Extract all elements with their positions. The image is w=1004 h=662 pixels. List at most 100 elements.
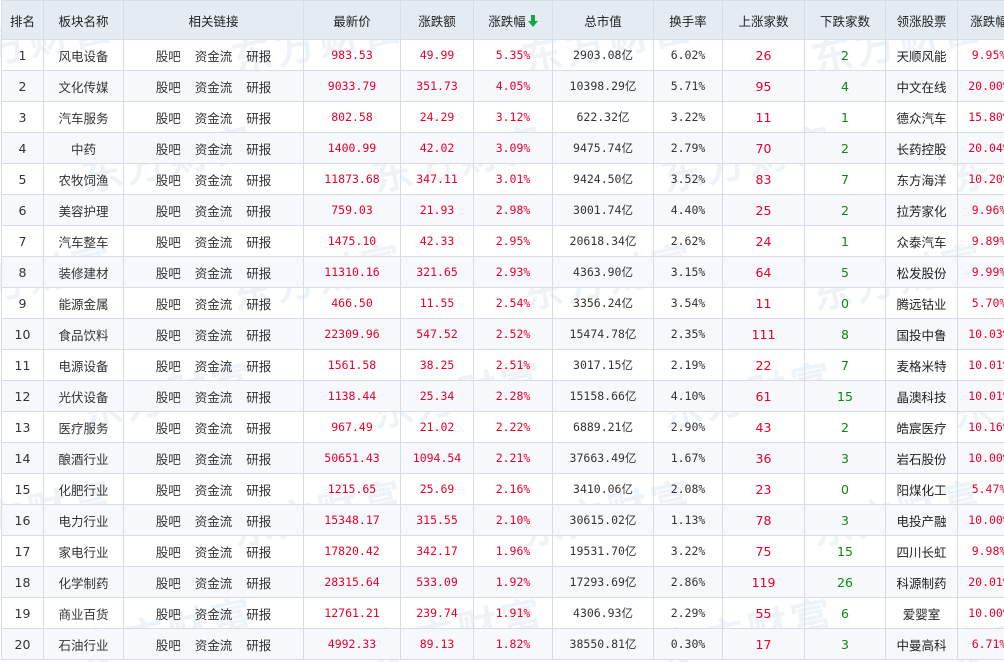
guba-link[interactable]: 股吧: [149, 452, 188, 467]
fund-flow-link[interactable]: 资金流: [188, 49, 240, 64]
fund-flow-link[interactable]: 资金流: [188, 204, 240, 219]
sector-name-link[interactable]: 酿酒行业: [43, 442, 124, 474]
header-change-percent[interactable]: 涨跌幅: [473, 0, 553, 40]
guba-link[interactable]: 股吧: [149, 576, 188, 591]
guba-link[interactable]: 股吧: [149, 483, 188, 498]
research-report-link[interactable]: 研报: [239, 111, 278, 126]
sector-name-link[interactable]: 化肥行业: [43, 473, 124, 505]
guba-link[interactable]: 股吧: [149, 607, 188, 622]
sector-name-link[interactable]: 食品饮料: [43, 318, 124, 350]
guba-link[interactable]: 股吧: [149, 638, 188, 653]
fund-flow-link[interactable]: 资金流: [188, 483, 240, 498]
guba-link[interactable]: 股吧: [149, 235, 188, 250]
guba-link[interactable]: 股吧: [149, 328, 188, 343]
leading-stock-link[interactable]: 中文在线: [885, 70, 958, 102]
header-leading-stock-change[interactable]: 涨跌幅: [957, 0, 1004, 40]
guba-link[interactable]: 股吧: [149, 359, 188, 374]
fund-flow-link[interactable]: 资金流: [188, 235, 240, 250]
header-turnover-rate[interactable]: 换手率: [653, 0, 723, 40]
guba-link[interactable]: 股吧: [149, 421, 188, 436]
leading-stock-link[interactable]: 电投产融: [885, 504, 958, 536]
fund-flow-link[interactable]: 资金流: [188, 359, 240, 374]
research-report-link[interactable]: 研报: [239, 142, 278, 157]
guba-link[interactable]: 股吧: [149, 297, 188, 312]
fund-flow-link[interactable]: 资金流: [188, 142, 240, 157]
fund-flow-link[interactable]: 资金流: [188, 266, 240, 281]
sector-name-link[interactable]: 能源金属: [43, 287, 124, 319]
leading-stock-link[interactable]: 长药控股: [885, 132, 958, 164]
sector-name-link[interactable]: 家电行业: [43, 535, 124, 567]
sector-name-link[interactable]: 电力行业: [43, 504, 124, 536]
leading-stock-link[interactable]: 麦格米特: [885, 349, 958, 381]
fund-flow-link[interactable]: 资金流: [188, 514, 240, 529]
leading-stock-link[interactable]: 皓宸医疗: [885, 411, 958, 443]
fund-flow-link[interactable]: 资金流: [188, 545, 240, 560]
fund-flow-link[interactable]: 资金流: [188, 421, 240, 436]
leading-stock-link[interactable]: 德众汽车: [885, 101, 958, 133]
research-report-link[interactable]: 研报: [239, 359, 278, 374]
research-report-link[interactable]: 研报: [239, 328, 278, 343]
guba-link[interactable]: 股吧: [149, 266, 188, 281]
sector-name-link[interactable]: 中药: [43, 132, 124, 164]
fund-flow-link[interactable]: 资金流: [188, 390, 240, 405]
guba-link[interactable]: 股吧: [149, 514, 188, 529]
sector-name-link[interactable]: 医疗服务: [43, 411, 124, 443]
sector-name-link[interactable]: 化学制药: [43, 566, 124, 598]
sector-name-link[interactable]: 文化传媒: [43, 70, 124, 102]
fund-flow-link[interactable]: 资金流: [188, 111, 240, 126]
fund-flow-link[interactable]: 资金流: [188, 607, 240, 622]
leading-stock-link[interactable]: 东方海洋: [885, 163, 958, 195]
research-report-link[interactable]: 研报: [239, 514, 278, 529]
sector-name-link[interactable]: 美容护理: [43, 194, 124, 226]
fund-flow-link[interactable]: 资金流: [188, 173, 240, 188]
sector-name-link[interactable]: 汽车服务: [43, 101, 124, 133]
guba-link[interactable]: 股吧: [149, 142, 188, 157]
fund-flow-link[interactable]: 资金流: [188, 576, 240, 591]
leading-stock-link[interactable]: 松发股份: [885, 256, 958, 288]
research-report-link[interactable]: 研报: [239, 452, 278, 467]
research-report-link[interactable]: 研报: [239, 235, 278, 250]
guba-link[interactable]: 股吧: [149, 80, 188, 95]
leading-stock-link[interactable]: 四川长虹: [885, 535, 958, 567]
header-down-count[interactable]: 下跌家数: [804, 0, 886, 40]
guba-link[interactable]: 股吧: [149, 111, 188, 126]
research-report-link[interactable]: 研报: [239, 49, 278, 64]
sector-name-link[interactable]: 光伏设备: [43, 380, 124, 412]
header-change-amount[interactable]: 涨跌额: [400, 0, 474, 40]
header-latest-price[interactable]: 最新价: [303, 0, 401, 40]
sector-name-link[interactable]: 汽车整车: [43, 225, 124, 257]
research-report-link[interactable]: 研报: [239, 80, 278, 95]
sector-name-link[interactable]: 石油行业: [43, 628, 124, 660]
leading-stock-link[interactable]: 众泰汽车: [885, 225, 958, 257]
guba-link[interactable]: 股吧: [149, 390, 188, 405]
fund-flow-link[interactable]: 资金流: [188, 638, 240, 653]
research-report-link[interactable]: 研报: [239, 173, 278, 188]
leading-stock-link[interactable]: 天顺风能: [885, 39, 958, 71]
leading-stock-link[interactable]: 拉芳家化: [885, 194, 958, 226]
header-up-count[interactable]: 上涨家数: [722, 0, 805, 40]
leading-stock-link[interactable]: 中曼高科: [885, 628, 958, 660]
leading-stock-link[interactable]: 岩石股份: [885, 442, 958, 474]
sector-name-link[interactable]: 装修建材: [43, 256, 124, 288]
sector-name-link[interactable]: 风电设备: [43, 39, 124, 71]
research-report-link[interactable]: 研报: [239, 576, 278, 591]
guba-link[interactable]: 股吧: [149, 49, 188, 64]
research-report-link[interactable]: 研报: [239, 421, 278, 436]
guba-link[interactable]: 股吧: [149, 545, 188, 560]
sector-name-link[interactable]: 农牧饲渔: [43, 163, 124, 195]
fund-flow-link[interactable]: 资金流: [188, 328, 240, 343]
research-report-link[interactable]: 研报: [239, 390, 278, 405]
sector-name-link[interactable]: 电源设备: [43, 349, 124, 381]
header-total-market-cap[interactable]: 总市值: [552, 0, 654, 40]
fund-flow-link[interactable]: 资金流: [188, 452, 240, 467]
leading-stock-link[interactable]: 腾远钴业: [885, 287, 958, 319]
leading-stock-link[interactable]: 国投中鲁: [885, 318, 958, 350]
research-report-link[interactable]: 研报: [239, 204, 278, 219]
research-report-link[interactable]: 研报: [239, 266, 278, 281]
research-report-link[interactable]: 研报: [239, 545, 278, 560]
guba-link[interactable]: 股吧: [149, 173, 188, 188]
research-report-link[interactable]: 研报: [239, 483, 278, 498]
leading-stock-link[interactable]: 晶澳科技: [885, 380, 958, 412]
leading-stock-link[interactable]: 阳煤化工: [885, 473, 958, 505]
sector-name-link[interactable]: 商业百货: [43, 597, 124, 629]
